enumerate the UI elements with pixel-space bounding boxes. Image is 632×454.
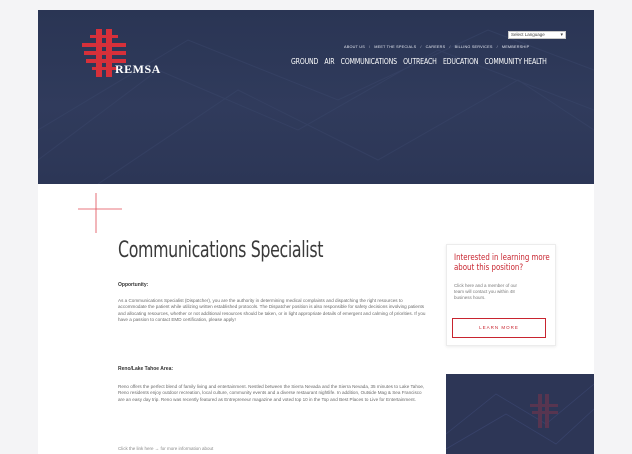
logo-wordmark[interactable]: REMSA [115,62,161,77]
nav-outreach[interactable]: OUTREACH [403,57,437,66]
util-nav-membership[interactable]: MEMBERSHIP [502,45,530,49]
section-heading-opportunity: Opportunity: [118,282,149,288]
util-nav-about[interactable]: ABOUT US [344,45,365,49]
sidebar-title-line2: about this position? [454,263,524,273]
util-nav-specials[interactable]: MEET THE SPECIALS [374,45,416,49]
sidebar-title-line1: Interested in learning more [454,253,550,263]
util-nav-separator: / [420,45,422,49]
nav-ground[interactable]: GROUND [291,57,318,66]
sidebar-title: Interested in learning more about this p… [454,253,550,273]
language-select-value: Select Language [511,32,545,37]
chevron-down-icon: ▾ [560,32,563,38]
util-nav-separator: / [368,45,371,49]
dark-block-pattern [446,383,594,450]
util-nav-separator: / [496,45,498,49]
nav-community-health[interactable]: COMMUNITY HEALTH [484,57,546,66]
utility-nav: ABOUT US / MEET THE SPECIALS / CAREERS /… [344,45,529,49]
section-body-opportunity: As a Communications Specialist (Dispatch… [118,298,426,323]
nav-communications[interactable]: COMMUNICATIONS [341,57,397,66]
section-body-area: Reno offers the perfect blend of family … [118,384,425,402]
main-nav: GROUND AIR COMMUNICATIONS OUTREACH EDUCA… [291,57,547,66]
more-info-link[interactable]: Click the link here → for more informati… [118,446,213,451]
section-heading-area: Reno/Lake Tahoe Area: [118,366,174,372]
sidebar-dark-block [446,374,594,454]
cross-decoration-icon [78,193,122,233]
util-nav-billing[interactable]: BILLING SERVICES [455,45,493,49]
page-title: Communications Specialist [118,238,324,263]
nav-air[interactable]: AIR [324,57,334,66]
sidebar-text: Click here and a member of our team will… [454,283,518,300]
learn-more-button[interactable]: LEARN MORE [452,318,546,338]
nav-education[interactable]: EDUCATION [443,57,478,66]
util-nav-careers[interactable]: CAREERS [426,45,446,49]
language-select[interactable]: Select Language ▾ [508,31,566,39]
util-nav-separator: / [449,45,451,49]
